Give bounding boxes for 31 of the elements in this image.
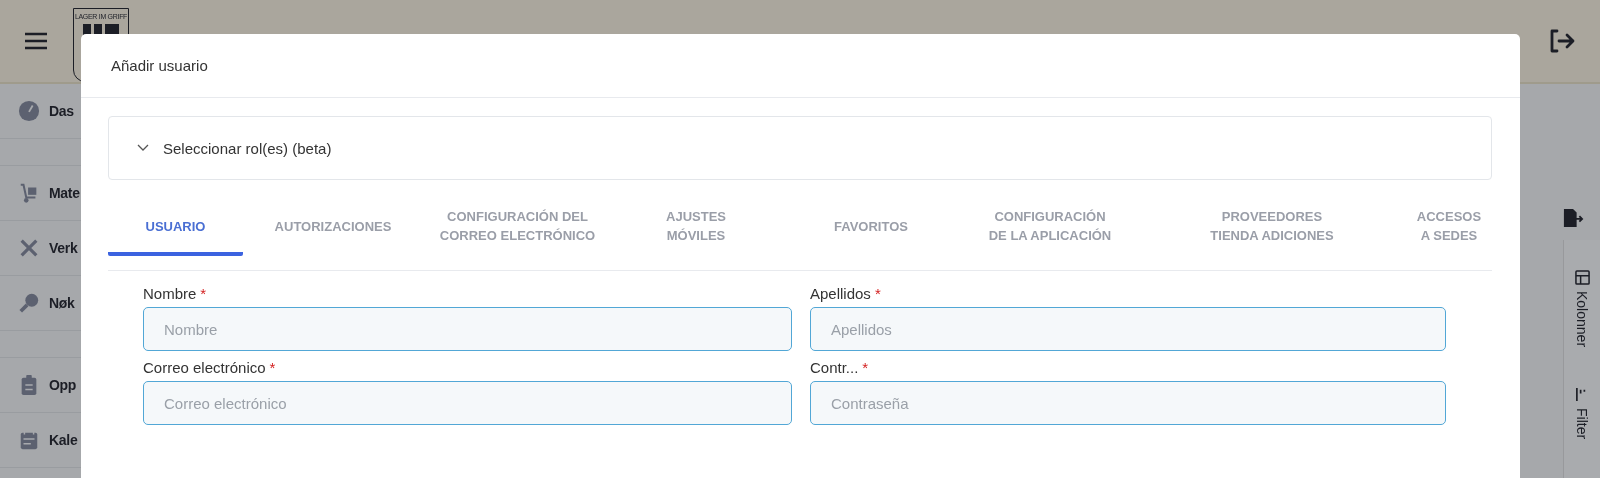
logout-icon[interactable] xyxy=(1548,28,1576,54)
input-field[interactable]: Apellidos xyxy=(810,307,1446,351)
required-mark: * xyxy=(200,285,207,302)
sidebar-item[interactable]: Kale xyxy=(49,432,78,448)
dialog-title: Añadir usuario xyxy=(81,34,1520,98)
field-label: Apellidos xyxy=(810,285,871,302)
input-field[interactable]: Correo electrónico xyxy=(143,381,792,425)
export-icon[interactable] xyxy=(1562,208,1584,228)
sidebar-item[interactable]: Opp xyxy=(49,377,77,393)
calendar-icon xyxy=(18,429,40,451)
sidebar-item[interactable]: Verk xyxy=(49,240,78,256)
input-field[interactable]: Nombre xyxy=(143,307,792,351)
panel-tab[interactable]: Filter xyxy=(1574,408,1590,440)
field-label: Correo electrónico xyxy=(143,359,266,376)
panel-tab[interactable]: Kolonner xyxy=(1574,291,1590,348)
field-label: Contr... xyxy=(810,359,859,376)
required-mark: * xyxy=(874,285,881,302)
role-accordion[interactable]: Seleccionar rol(es) (beta) xyxy=(108,116,1492,180)
tab[interactable]: USUARIO xyxy=(108,200,243,256)
sidebar-item[interactable]: Das xyxy=(49,103,74,119)
menu-icon[interactable] xyxy=(24,32,48,50)
key-icon xyxy=(18,292,40,314)
sidebar-item[interactable]: Nøk xyxy=(49,295,75,311)
tools-icon xyxy=(18,237,40,259)
required-mark: * xyxy=(862,359,869,376)
table-icon xyxy=(1574,270,1590,285)
sidebar-item[interactable]: Mate xyxy=(49,185,80,201)
gauge-icon xyxy=(18,100,40,122)
required-mark: * xyxy=(269,359,276,376)
input-field[interactable]: Contraseña xyxy=(810,381,1446,425)
field-label: Nombre xyxy=(143,285,197,302)
